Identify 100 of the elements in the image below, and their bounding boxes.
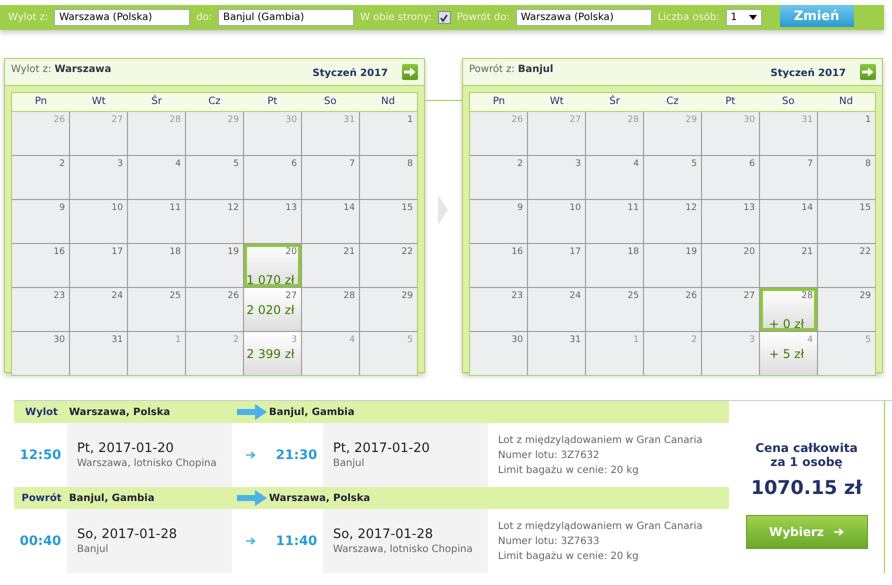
day-cell[interactable]: 24 [528, 288, 585, 331]
day-cell[interactable]: 30 [12, 332, 69, 375]
day-number: 3 [749, 335, 755, 345]
day-number: 8 [407, 159, 413, 169]
day-cell[interactable]: 26 [186, 288, 243, 331]
day-price: + 0 zł [768, 317, 804, 331]
leg-from: Banjul, Gambia [69, 492, 156, 504]
day-number: 10 [570, 203, 581, 213]
day-cell[interactable]: 21 [302, 244, 359, 287]
day-cell[interactable]: 10 [528, 200, 585, 243]
day-number: 29 [228, 115, 239, 125]
day-cell[interactable]: 31 [70, 332, 127, 375]
passengers-select[interactable]: 1 [726, 9, 762, 26]
day-cell[interactable]: 5 [186, 156, 243, 199]
day-number: 19 [228, 247, 239, 257]
day-cell[interactable]: 19 [186, 244, 243, 287]
day-cell[interactable]: 18 [586, 244, 643, 287]
calendar-label: Powrót z: [469, 64, 515, 74]
day-cell[interactable]: 20 1 070 zł [244, 244, 301, 287]
departure-time: 12:50 [18, 448, 62, 462]
leg-label: Powrót [20, 492, 63, 504]
day-number: 7 [349, 159, 355, 169]
day-cell[interactable]: 16 [12, 244, 69, 287]
day-cell[interactable]: 4 [128, 156, 185, 199]
day-cell[interactable]: 17 [70, 244, 127, 287]
day-cell[interactable]: 30 [470, 332, 527, 375]
day-cell[interactable]: 4 + 5 zł [760, 332, 817, 375]
day-number: 1 [633, 335, 639, 345]
day-cell[interactable]: 3 [528, 156, 585, 199]
day-cell[interactable]: 1 [360, 112, 417, 155]
day-cell[interactable]: 29 [818, 288, 875, 331]
day-number: 10 [112, 203, 123, 213]
day-cell[interactable]: 15 [818, 200, 875, 243]
day-cell[interactable]: 1 [818, 112, 875, 155]
day-cell[interactable]: 14 [760, 200, 817, 243]
day-cell[interactable]: 29 [360, 288, 417, 331]
day-cell[interactable]: 28 + 0 zł [760, 288, 817, 331]
day-cell[interactable]: 10 [70, 200, 127, 243]
day-cell[interactable]: 6 [244, 156, 301, 199]
to-field[interactable]: Banjul (Gambia) [218, 9, 354, 26]
day-cell[interactable]: 3 2 399 zł [244, 332, 301, 375]
day-cell[interactable]: 12 [186, 200, 243, 243]
day-number: 18 [170, 247, 181, 257]
day-cell[interactable]: 19 [644, 244, 701, 287]
day-cell[interactable]: 8 [818, 156, 875, 199]
day-cell[interactable]: 25 [586, 288, 643, 331]
day-number: 30 [512, 335, 523, 345]
from-field[interactable]: Warszawa (Polska) [54, 9, 190, 26]
calendar-city: Banjul [518, 64, 554, 74]
day-cell[interactable]: 3 [70, 156, 127, 199]
weekday-label: Cz [207, 95, 222, 109]
day-cell[interactable]: 2 [470, 156, 527, 199]
day-cell[interactable]: 13 [244, 200, 301, 243]
day-cell[interactable]: 28 [302, 288, 359, 331]
day-number: 30 [54, 335, 65, 345]
day-cell[interactable]: 2 [12, 156, 69, 199]
day-cell[interactable]: 14 [302, 200, 359, 243]
day-cell[interactable]: 22 [818, 244, 875, 287]
day-cell[interactable]: 7 [302, 156, 359, 199]
day-cell[interactable]: 7 [760, 156, 817, 199]
day-cell[interactable]: 20 [702, 244, 759, 287]
day-cell[interactable]: 13 [702, 200, 759, 243]
next-month-button[interactable] [402, 64, 418, 80]
arrival-airport: Banjul [333, 458, 366, 469]
day-cell[interactable]: 8 [360, 156, 417, 199]
day-cell[interactable]: 22 [360, 244, 417, 287]
day-price: 1 070 zł [246, 273, 294, 287]
day-cell[interactable]: 17 [528, 244, 585, 287]
day-number: 2 [517, 159, 523, 169]
day-cell[interactable]: 9 [12, 200, 69, 243]
day-cell[interactable]: 23 [12, 288, 69, 331]
day-cell[interactable]: 9 [470, 200, 527, 243]
day-number: 15 [402, 203, 413, 213]
round-trip-checkbox[interactable] [438, 11, 451, 24]
day-cell[interactable]: 4 [586, 156, 643, 199]
day-cell[interactable]: 12 [644, 200, 701, 243]
day-cell[interactable]: 27 2 020 zł [244, 288, 301, 331]
day-cell[interactable]: 23 [470, 288, 527, 331]
leg-to: Banjul, Gambia [269, 406, 354, 418]
to-label: do: [196, 12, 212, 23]
day-cell[interactable]: 5 [644, 156, 701, 199]
next-month-button[interactable] [860, 64, 876, 80]
day-number: 30 [286, 115, 297, 125]
day-cell[interactable]: 11 [586, 200, 643, 243]
day-cell[interactable]: 31 [528, 332, 585, 375]
day-cell[interactable]: 25 [128, 288, 185, 331]
day-number: 27 [286, 291, 297, 301]
day-cell[interactable]: 11 [128, 200, 185, 243]
day-cell[interactable]: 27 [702, 288, 759, 331]
day-cell[interactable]: 16 [470, 244, 527, 287]
day-cell[interactable]: 6 [702, 156, 759, 199]
day-cell[interactable]: 21 [760, 244, 817, 287]
day-cell[interactable]: 24 [70, 288, 127, 331]
return-field[interactable]: Warszawa (Polska) [516, 9, 652, 26]
day-number: 2 [233, 335, 239, 345]
day-number: 5 [865, 335, 871, 345]
weekday-label: Pn [34, 95, 48, 109]
day-cell[interactable]: 26 [644, 288, 701, 331]
day-cell[interactable]: 18 [128, 244, 185, 287]
day-cell[interactable]: 15 [360, 200, 417, 243]
